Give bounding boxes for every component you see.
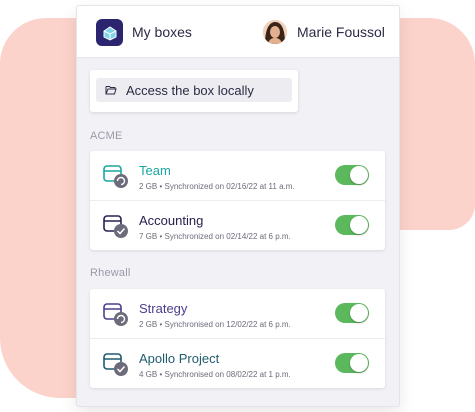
- group-label-acme: ACME: [90, 130, 123, 142]
- access-locally-label: Access the box locally: [126, 82, 254, 98]
- sync-toggle[interactable]: [335, 215, 369, 235]
- box-title[interactable]: Apollo Project: [139, 351, 219, 366]
- sync-toggle[interactable]: [335, 353, 369, 373]
- app-title: My boxes: [132, 24, 192, 40]
- user-avatar[interactable]: [263, 20, 287, 44]
- box-meta: 7 GB • Synchronized on 02/14/22 at 6 p.m…: [139, 232, 291, 241]
- synced-box-icon: [103, 353, 128, 376]
- box-meta: 2 GB • Synchronised on 12/02/22 at 6 p.m…: [139, 320, 291, 329]
- access-locally-button[interactable]: Access the box locally: [96, 78, 292, 102]
- toggle-knob: [350, 166, 368, 184]
- box-meta: 4 GB • Synchronised on 08/02/22 at 1 p.m…: [139, 370, 291, 379]
- list-item[interactable]: Apollo Project 4 GB • Synchronised on 08…: [90, 338, 385, 388]
- sync-toggle[interactable]: [335, 165, 369, 185]
- box-title[interactable]: Accounting: [139, 213, 203, 228]
- group-card-acme: Team 2 GB • Synchronized on 02/16/22 at …: [90, 151, 385, 250]
- box-meta: 2 GB • Synchronized on 02/16/22 at 11 a.…: [139, 182, 295, 191]
- toggle-knob: [350, 216, 368, 234]
- access-card: Access the box locally: [90, 70, 298, 112]
- group-card-rhewall: Strategy 2 GB • Synchronised on 12/02/22…: [90, 289, 385, 388]
- toggle-knob: [350, 354, 368, 372]
- box-title[interactable]: Strategy: [139, 301, 187, 316]
- app-logo-icon: [96, 19, 123, 46]
- boxes-panel: My boxes Marie Foussol Access the box lo…: [77, 6, 399, 406]
- user-name[interactable]: Marie Foussol: [297, 24, 385, 40]
- toggle-knob: [350, 304, 368, 322]
- group-label-rhewall: Rhewall: [90, 267, 131, 279]
- synced-box-icon: [103, 215, 128, 238]
- sync-toggle[interactable]: [335, 303, 369, 323]
- list-item[interactable]: Accounting 7 GB • Synchronized on 02/14/…: [90, 200, 385, 250]
- panel-header: My boxes Marie Foussol: [77, 6, 399, 58]
- sync-box-icon: [103, 165, 128, 188]
- sync-box-icon: [103, 303, 128, 326]
- box-title[interactable]: Team: [139, 163, 171, 178]
- list-item[interactable]: Strategy 2 GB • Synchronised on 12/02/22…: [90, 289, 385, 338]
- folder-open-icon: [105, 86, 117, 95]
- list-item[interactable]: Team 2 GB • Synchronized on 02/16/22 at …: [90, 151, 385, 200]
